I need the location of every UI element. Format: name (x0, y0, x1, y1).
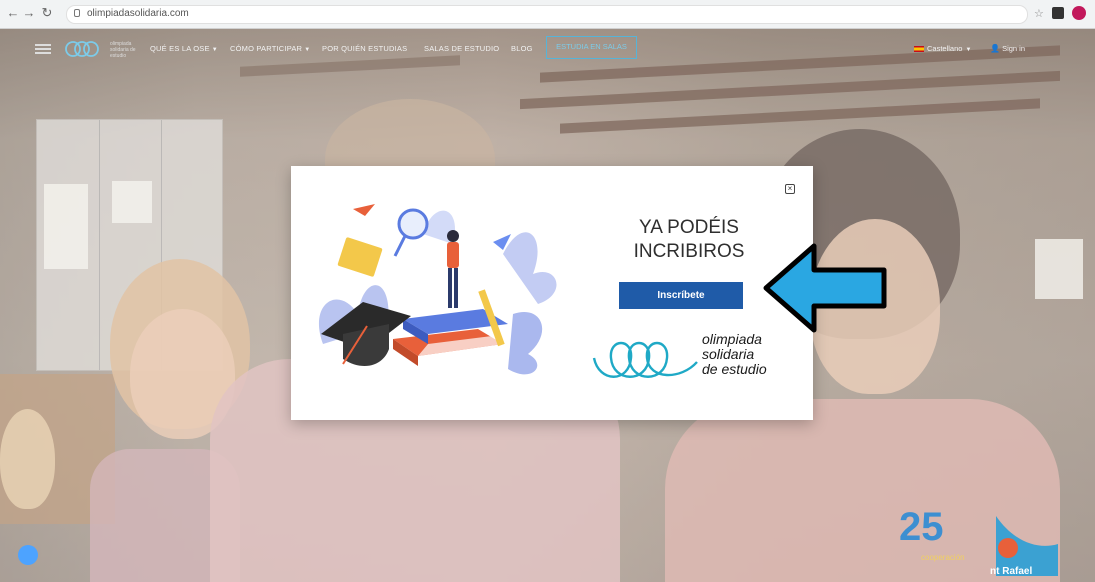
browser-toolbar: ← → ↻ olimpiadasolidaria.com ☆ (0, 0, 1095, 29)
nav-que-es-la-ose[interactable]: QUÉ ES LA OSE ▼ (150, 44, 218, 53)
bookmark-star-icon[interactable]: ☆ (1034, 7, 1044, 20)
school-logo-text: nt Rafael (990, 566, 1033, 577)
estudia-en-salas-button[interactable]: ESTUDIA EN SALAS (546, 36, 637, 59)
user-icon: 👤 (990, 44, 1000, 53)
inscribete-button[interactable]: Inscríbete (619, 282, 743, 309)
anniversary-logo: 25 cooperación (899, 505, 965, 562)
logo-caption: olimpiada solidaria de estudio (110, 41, 136, 59)
registration-modal: × YA PODÉIS INCRIBIROS Inscríbete olimpi… (291, 166, 813, 420)
arrow-left-icon (763, 243, 887, 333)
education-illustration (318, 204, 557, 375)
chevron-down-icon: ▼ (211, 47, 218, 53)
back-icon[interactable]: ← (6, 6, 20, 20)
lock-icon (74, 9, 80, 17)
extension-icon[interactable] (1052, 7, 1064, 19)
rings-logo-icon (592, 341, 698, 378)
modal-title: YA PODÉIS INCRIBIROS (633, 217, 745, 262)
address-bar[interactable]: olimpiadasolidaria.com (66, 5, 1028, 24)
reload-icon[interactable]: ↻ (40, 6, 54, 20)
menu-icon[interactable] (35, 44, 51, 54)
sign-in-link[interactable]: 👤 Sign in (990, 44, 1025, 53)
forward-icon[interactable]: → (22, 6, 36, 20)
chevron-down-icon: ▼ (965, 47, 972, 53)
close-icon[interactable]: × (785, 184, 795, 194)
spain-flag-icon (914, 46, 924, 53)
nav-blog[interactable]: BLOG (511, 44, 533, 53)
nav-como-participar[interactable]: CÓMO PARTICIPAR ▼ (230, 44, 310, 53)
brand-wordmark: olimpiada solidaria de estudio (702, 331, 767, 377)
chevron-down-icon: ▼ (304, 47, 311, 53)
profile-avatar[interactable] (1072, 6, 1086, 20)
nav-salas-de-estudio[interactable]: SALAS DE ESTUDIO (424, 44, 499, 53)
nav-por-quien-estudias[interactable]: POR QUIÉN ESTUDIAS (322, 44, 407, 53)
address-url: olimpiadasolidaria.com (87, 8, 189, 19)
accessibility-icon[interactable] (18, 545, 38, 565)
language-selector[interactable]: Castellano ▼ (914, 44, 971, 53)
brand-logo: olimpiada solidaria de estudio (589, 328, 789, 390)
site-logo[interactable] (60, 40, 105, 58)
